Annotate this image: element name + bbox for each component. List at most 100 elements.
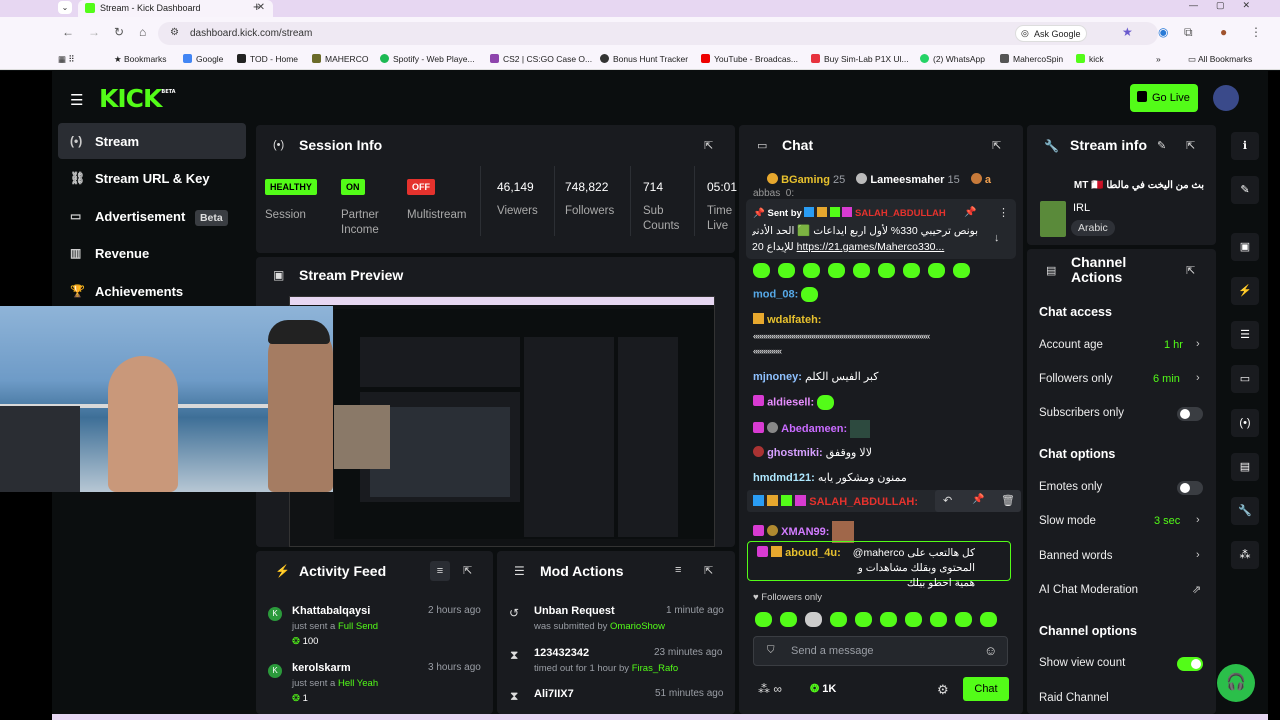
chat-tools-icon[interactable]: ⁂ ∞ <box>758 682 782 696</box>
chat-input-placeholder: Send a message <box>791 645 874 657</box>
chat-send-button[interactable]: Chat <box>963 677 1009 701</box>
info-icon[interactable]: ℹ <box>1231 132 1259 160</box>
ask-google-button[interactable]: ◎ Ask Google <box>1015 25 1087 42</box>
reply-icon[interactable]: ↶ <box>943 494 952 507</box>
channel-actions-panel-icon[interactable]: ▤ <box>1231 453 1259 481</box>
stream-preview-video[interactable] <box>289 296 715 547</box>
external-link-icon: ⇗ <box>1192 584 1202 596</box>
category-thumbnail[interactable] <box>1040 201 1066 237</box>
help-support-icon[interactable]: 🎧 <box>1217 664 1255 702</box>
extensions-puzzle-icon[interactable]: ⧉ <box>1184 25 1193 40</box>
star-icon[interactable]: ★ <box>1122 25 1133 39</box>
bookmark-6[interactable]: Bonus Hunt Tracker <box>600 54 688 64</box>
emote-quick-bar[interactable] <box>755 611 1005 629</box>
mod-actions-panel-icon[interactable]: ☰ <box>1231 321 1259 349</box>
site-info-icon[interactable]: ⚙ <box>170 27 179 38</box>
bookmark-1[interactable]: Google <box>183 54 223 64</box>
mod-action-title[interactable]: Ali7IIX7 <box>534 688 574 700</box>
bookmark-10[interactable]: MahercoSpin <box>1000 54 1063 64</box>
forward-icon[interactable]: → <box>88 25 100 39</box>
activity-panel-icon[interactable]: ⚡ <box>1231 277 1259 305</box>
chat-message: XMAN99: <box>753 521 855 543</box>
mod-action-title[interactable]: 123432342 <box>534 647 589 659</box>
show-view-count-toggle[interactable] <box>1177 657 1203 671</box>
pinned-link[interactable]: https://21.games/Maherco330... <box>797 241 945 253</box>
preview-panel-icon[interactable]: ▣ <box>1231 233 1259 261</box>
kick-logo[interactable]: KICKBETA <box>99 84 176 113</box>
expand-icon[interactable]: ⇱ <box>992 139 1001 152</box>
chat-panel-icon[interactable]: ▭ <box>1231 365 1259 393</box>
pinned-menu-icon[interactable]: ⋮ <box>998 206 1009 219</box>
profile-avatar-icon[interactable]: ● <box>1220 25 1227 39</box>
pin-message-icon[interactable]: 📌 <box>972 494 984 505</box>
expand-icon[interactable]: ⇱ <box>704 139 713 152</box>
bookmark-5[interactable]: CS2 | CS:GO Case O... <box>490 54 592 64</box>
bookmark-2[interactable]: TOD - Home <box>237 54 298 64</box>
expand-icon[interactable]: ⇱ <box>463 564 472 577</box>
home-icon[interactable]: ⌂ <box>139 25 146 39</box>
expand-icon[interactable]: ⇱ <box>1186 264 1195 277</box>
unpin-icon[interactable]: 📌 <box>964 207 976 218</box>
menu-kebab-icon[interactable]: ⋮ <box>1250 25 1262 39</box>
filter-icon[interactable]: ≡ <box>430 561 450 581</box>
bookmark-3[interactable]: MAHERCO <box>312 54 368 64</box>
raid-channel-row[interactable]: Raid Channel <box>1039 692 1109 704</box>
kick-coin-icon: K <box>268 607 282 621</box>
kick-favicon-icon <box>85 3 95 13</box>
integrations-icon[interactable]: ⁂ <box>1231 541 1259 569</box>
mod-action-title[interactable]: Unban Request <box>534 605 615 617</box>
window-controls[interactable]: —▢✕ <box>1189 0 1268 11</box>
reload-icon[interactable]: ↻ <box>114 25 124 39</box>
trophy-icon: 🏆 <box>70 284 85 298</box>
expand-pinned-icon[interactable]: ↓ <box>994 232 1000 244</box>
hamburger-menu-icon[interactable]: ☰ <box>70 91 83 109</box>
viewers-label: Viewers <box>497 205 538 217</box>
link-icon: ⛓ <box>70 171 86 185</box>
bookmark-4[interactable]: Spotify - Web Playe... <box>380 54 475 64</box>
browser-tab-strip: ⌄ Stream - Kick Dashboard ✕ + —▢✕ <box>0 0 1280 17</box>
subscribers-only-toggle[interactable] <box>1177 407 1203 421</box>
bookmark-11[interactable]: kick <box>1076 54 1104 64</box>
stream-info-panel-icon[interactable]: 🔧 <box>1231 497 1259 525</box>
go-live-button[interactable]: Go Live <box>1130 84 1198 112</box>
feed-user[interactable]: Khattabalqaysi <box>292 605 370 617</box>
bookmark-0[interactable]: ★ Bookmarks <box>114 54 167 65</box>
session-panel-icon[interactable]: (•) <box>1231 409 1259 437</box>
screen-border-right <box>1268 71 1280 720</box>
feed-user[interactable]: kerolskarm <box>292 662 351 674</box>
bookmark-9[interactable]: (2) WhatsApp <box>920 54 985 64</box>
delete-icon[interactable]: 🗑 <box>1001 494 1015 507</box>
chat-settings-gear-icon[interactable]: ⚙ <box>937 682 949 698</box>
expand-icon[interactable]: ⇱ <box>1186 139 1195 152</box>
extension-icon[interactable]: ◉ <box>1158 25 1168 39</box>
sidebar-item-stream[interactable]: (•) Stream <box>58 123 246 159</box>
sidebar-item-revenue[interactable]: ▥ Revenue <box>58 235 246 271</box>
tab-search-button[interactable]: ⌄ <box>58 1 72 14</box>
sidebar-item-stream-url-key[interactable]: ⛓ Stream URL & Key <box>58 160 246 196</box>
sidebar-label: Revenue <box>95 246 150 261</box>
sidebar-item-advertisement[interactable]: ▭ Advertisement Beta <box>58 198 246 234</box>
user-avatar[interactable] <box>1213 85 1239 111</box>
more-bookmarks-icon[interactable]: » <box>1156 54 1161 64</box>
tab-title: Stream - Kick Dashboard <box>100 3 201 13</box>
sidebar-item-achievements[interactable]: 🏆 Achievements <box>58 273 246 309</box>
emoji-icon[interactable]: ☺ <box>984 643 997 658</box>
back-icon[interactable]: ← <box>62 25 74 39</box>
list-icon: ☰ <box>514 564 525 578</box>
apps-icon[interactable]: ▦ ⠿ <box>58 54 75 65</box>
new-tab-button[interactable]: + <box>253 0 261 14</box>
address-bar[interactable]: ⚙ dashboard.kick.com/stream <box>158 22 1158 45</box>
category-name[interactable]: IRL <box>1073 202 1090 214</box>
chevron-right-icon: › <box>1196 372 1200 384</box>
channel-options-heading: Channel options <box>1039 624 1137 638</box>
filter-icon[interactable]: ≡ <box>675 564 681 576</box>
emotes-only-toggle[interactable] <box>1177 481 1203 495</box>
edit-pencil-icon[interactable]: ✎ <box>1157 139 1166 152</box>
bookmark-8[interactable]: Buy Sim-Lab P1X Ul... <box>811 54 909 64</box>
chat-input[interactable]: ⛉ Send a message ☺ <box>753 636 1008 666</box>
browser-tab-active[interactable]: Stream - Kick Dashboard ✕ <box>78 0 273 17</box>
bookmark-7[interactable]: YouTube - Broadcas... <box>701 54 798 64</box>
expand-icon[interactable]: ⇱ <box>704 564 713 577</box>
edit-layout-icon[interactable]: ✎ <box>1231 176 1259 204</box>
all-bookmarks[interactable]: ▭ All Bookmarks <box>1188 54 1252 65</box>
